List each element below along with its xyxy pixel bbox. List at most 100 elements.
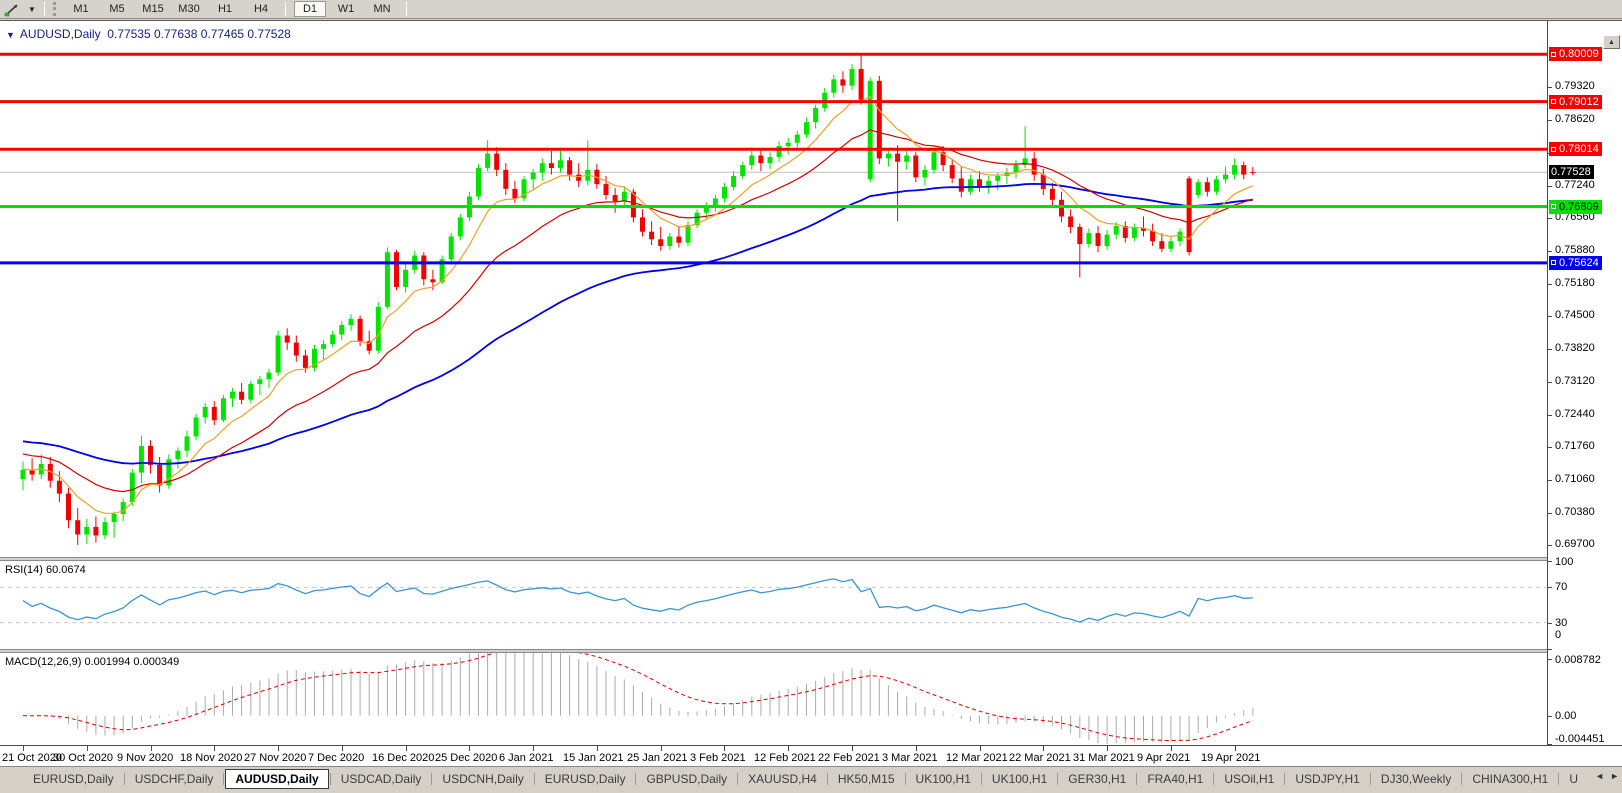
- time-tick-mark: [406, 746, 407, 751]
- price-tick-label: 0.75880: [1555, 243, 1595, 256]
- macd-indicator-panel[interactable]: MACD(12,26,9) 0.001994 0.000349: [0, 653, 1547, 745]
- mt4-terminal: ▼ M1 M5 M15 M30 H1 H4 D1 W1 MN ▼ AUDUSD,Daily 0.7…: [0, 0, 1622, 793]
- macd-signal-line: [22, 653, 1253, 742]
- candlestick-chart[interactable]: [0, 21, 1547, 557]
- tab-separator: [123, 773, 125, 785]
- chart-tab-UK100-H1[interactable]: UK100,H1: [907, 770, 980, 788]
- price-tick-mark: [1548, 348, 1552, 350]
- scroll-up-button[interactable]: ▲: [1603, 35, 1620, 49]
- toolbar-grip-handle[interactable]: [53, 2, 57, 16]
- timeframe-button-MN[interactable]: MN: [366, 1, 398, 17]
- tab-separator: [826, 773, 828, 785]
- time-tick-mark: [23, 746, 24, 751]
- price-chart-panel[interactable]: ▼ AUDUSD,Daily 0.77535 0.77638 0.77465 0.…: [0, 21, 1547, 557]
- time-tick-mark: [661, 746, 662, 751]
- chart-tab-CHINA300-H1[interactable]: CHINA300,H1: [1463, 770, 1557, 788]
- tabs-scroll-right-icon[interactable]: ►: [1610, 771, 1619, 781]
- macd-axis-label: 0.008782: [1555, 654, 1601, 666]
- time-tick-mark: [724, 746, 725, 751]
- macd-axis-label: -0.004451: [1555, 733, 1605, 745]
- time-tick-mark: [788, 746, 789, 751]
- chart-tab-FRA40-H1[interactable]: FRA40,H1: [1138, 770, 1212, 788]
- macd-chart[interactable]: [0, 653, 1547, 745]
- chart-tab-GER30-H1[interactable]: GER30,H1: [1059, 770, 1135, 788]
- time-tick-label: 18 Nov 2020: [180, 752, 243, 764]
- time-tick-mark: [278, 746, 279, 751]
- macd-tick-mark: [1548, 658, 1552, 660]
- time-tick-label: 31 Mar 2021: [1073, 752, 1135, 764]
- toolbar-separator: [406, 2, 407, 16]
- time-tick-mark: [342, 746, 343, 751]
- price-tick-label: 0.70380: [1555, 505, 1595, 518]
- timeframe-button-M1[interactable]: M1: [65, 1, 97, 17]
- price-level-label-0.76809[interactable]: 0.76809: [1549, 199, 1602, 214]
- price-tick-mark: [1548, 86, 1552, 88]
- rsi-indicator-panel[interactable]: RSI(14) 60.0674: [0, 561, 1547, 649]
- tab-separator: [223, 773, 225, 785]
- time-tick-mark: [1235, 746, 1236, 751]
- rsi-axis-label: 70: [1555, 581, 1568, 594]
- chart-tab-AUDUSD-Daily[interactable]: AUDUSD,Daily: [225, 769, 329, 789]
- time-tick-mark: [214, 746, 215, 751]
- timeframe-button-H4[interactable]: H4: [245, 1, 277, 17]
- time-tick-mark: [1171, 746, 1172, 751]
- time-tick-label: 30 Oct 2020: [53, 752, 113, 764]
- time-tick-mark: [916, 746, 917, 751]
- tab-separator: [1461, 773, 1463, 785]
- tab-separator: [533, 773, 535, 785]
- chart-tab-GBPUSD-Daily[interactable]: GBPUSD,Daily: [637, 770, 736, 788]
- collapse-triangle-icon[interactable]: ▼: [6, 30, 15, 40]
- price-level-label-0.78014[interactable]: 0.78014: [1549, 142, 1602, 157]
- chart-tab-UK100-H1[interactable]: UK100,H1: [983, 770, 1056, 788]
- time-tick-label: 27 Nov 2020: [244, 752, 307, 764]
- chart-tab-USOil-H1[interactable]: USOil,H1: [1215, 770, 1283, 788]
- chart-tabs: EURUSD,Daily USDCHF,Daily AUDUSD,Daily USDC…: [24, 769, 1587, 789]
- time-tick-mark: [469, 746, 470, 751]
- time-axis[interactable]: 21 Oct 2020 30 Oct 2020 9 Nov 2020 18 Nov 2…: [0, 745, 1622, 767]
- tab-separator: [980, 773, 982, 785]
- price-tick-mark: [1548, 186, 1552, 187]
- time-tick-label: 3 Mar 2021: [882, 752, 938, 764]
- tab-separator: [1057, 773, 1059, 785]
- rsi-chart[interactable]: [0, 561, 1547, 649]
- candles-layer: [20, 54, 1256, 545]
- tab-separator: [737, 773, 739, 785]
- chart-tab-EURUSD-Daily[interactable]: EURUSD,Daily: [24, 770, 123, 788]
- chart-tab-USDJPY-H1[interactable]: USDJPY,H1: [1286, 770, 1368, 788]
- price-tick-mark: [1548, 250, 1552, 252]
- tab-separator: [1284, 773, 1286, 785]
- timeframe-button-W1[interactable]: W1: [330, 1, 362, 17]
- toolbar-separator: [285, 2, 286, 16]
- chart-tab-DJ30-Weekly[interactable]: DJ30,Weekly: [1372, 770, 1460, 788]
- chart-tab-U[interactable]: U: [1560, 770, 1587, 788]
- tabs-scroll-left-icon[interactable]: ◄: [1595, 771, 1604, 781]
- rsi-axis-label: 30: [1555, 616, 1568, 629]
- time-tick-mark: [151, 746, 152, 751]
- price-tick-label: 0.73120: [1555, 375, 1595, 388]
- tab-scroll-arrows: ◄ ►: [1595, 771, 1619, 781]
- price-axis[interactable]: 0.793200.786200.779400.772400.765600.758…: [1547, 21, 1622, 746]
- price-level-label-0.77528[interactable]: 0.77528: [1549, 165, 1594, 180]
- cursor-tool-icon[interactable]: [0, 1, 26, 18]
- time-tick-mark: [980, 746, 981, 751]
- tool-dropdown-caret-icon[interactable]: ▼: [26, 5, 38, 14]
- chart-tab-HK50-M15[interactable]: HK50,M15: [829, 770, 904, 788]
- timeframe-button-M5[interactable]: M5: [101, 1, 133, 17]
- chart-tab-USDCHF-Daily[interactable]: USDCHF,Daily: [126, 770, 223, 788]
- rsi-tick-mark: [1548, 649, 1552, 650]
- time-tick-label: 22 Mar 2021: [1009, 752, 1071, 764]
- timeframe-button-D1[interactable]: D1: [294, 1, 326, 17]
- chart-tab-USDCNH-Daily[interactable]: USDCNH,Daily: [433, 770, 532, 788]
- price-tick-label: 0.75180: [1555, 277, 1595, 290]
- timeframe-button-M30[interactable]: M30: [173, 1, 205, 17]
- timeframe-button-H1[interactable]: H1: [209, 1, 241, 17]
- price-level-label-0.79012[interactable]: 0.79012: [1549, 94, 1602, 109]
- price-level-label-0.80009[interactable]: 0.80009: [1549, 47, 1602, 62]
- price-tick-mark: [1548, 284, 1552, 286]
- chart-tab-USDCAD-Daily[interactable]: USDCAD,Daily: [332, 770, 431, 788]
- chart-tab-XAUUSD-H4[interactable]: XAUUSD,H4: [739, 770, 826, 788]
- price-level-label-0.75624[interactable]: 0.75624: [1549, 255, 1602, 270]
- time-tick-label: 15 Jan 2021: [563, 752, 624, 764]
- chart-tab-EURUSD-Daily[interactable]: EURUSD,Daily: [536, 770, 635, 788]
- timeframe-button-M15[interactable]: M15: [137, 1, 169, 17]
